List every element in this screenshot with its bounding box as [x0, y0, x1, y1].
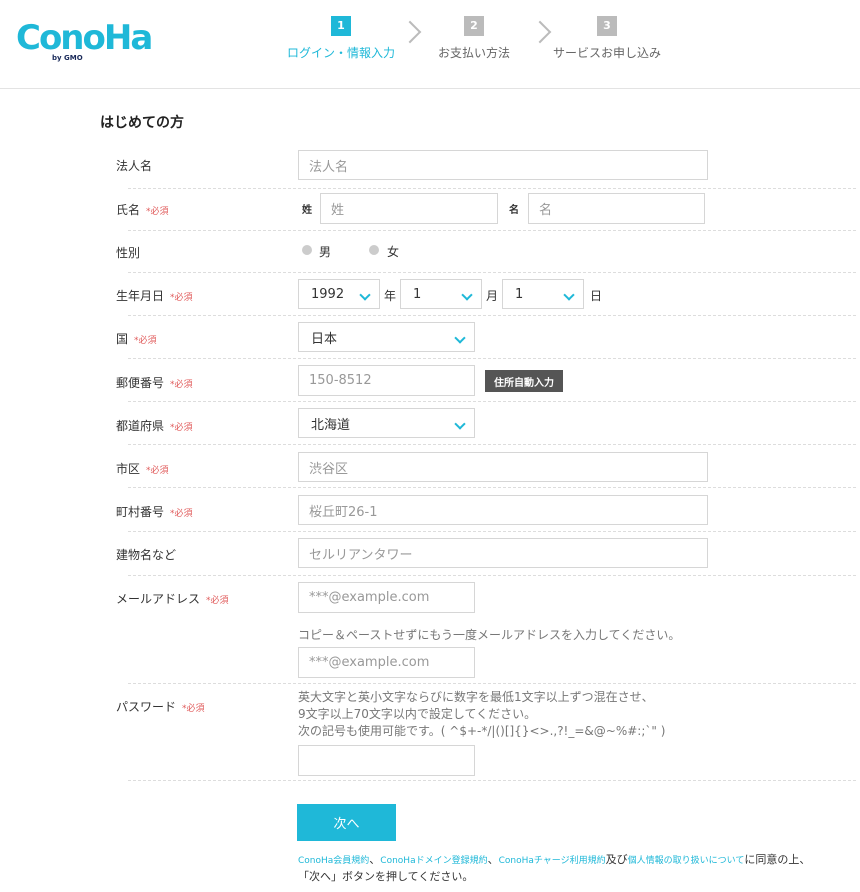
address-autofill-button[interactable]: 住所自動入力	[485, 370, 563, 392]
last-name-input[interactable]: 姓	[320, 193, 498, 224]
birth-month-select[interactable]: 1	[400, 279, 482, 309]
email-input[interactable]: ***@example.com	[298, 582, 475, 613]
row-divider	[128, 230, 856, 273]
male-label: 男	[319, 245, 332, 259]
step-number: 3	[597, 16, 617, 36]
step-3: 3 サービスお申し込み	[553, 16, 661, 61]
password-input[interactable]	[298, 745, 475, 776]
zip-input[interactable]: 150-8512	[298, 365, 475, 396]
male-radio[interactable]	[302, 245, 312, 255]
charge-terms-link[interactable]: ConoHaチャージ利用規約	[499, 856, 606, 866]
birth-year-select[interactable]: 1992	[298, 279, 380, 309]
chevron-down-icon	[454, 418, 466, 430]
step-2: 2 お支払い方法	[438, 16, 510, 61]
building-input[interactable]: セルリアンタワー	[298, 538, 708, 568]
chevron-right-icon	[528, 20, 552, 44]
step-label: お支払い方法	[438, 46, 511, 60]
row-divider	[128, 401, 856, 445]
password-hint-1: 英大文字と英小文字ならびに数字を最低1文字以上ずつ混在させ、	[298, 690, 654, 704]
year-unit: 年	[384, 289, 397, 303]
email-label: メールアドレス *必須	[116, 592, 229, 606]
town-input[interactable]: 桜丘町26-1	[298, 495, 708, 525]
step-number: 1	[331, 16, 351, 36]
city-label: 市区 *必須	[116, 462, 169, 476]
logo-subtext: by GMO	[52, 54, 83, 62]
chevron-down-icon	[563, 289, 575, 301]
female-label: 女	[387, 245, 400, 259]
conoha-logo[interactable]: ConoHa by GMO	[16, 18, 153, 62]
member-terms-link[interactable]: ConoHa会員規約	[298, 856, 369, 866]
city-input[interactable]: 渋谷区	[298, 452, 708, 482]
corporate-name-input[interactable]: 法人名	[298, 150, 708, 180]
month-unit: 月	[486, 289, 499, 303]
step-label: サービスお申し込み	[553, 46, 662, 60]
chevron-down-icon	[461, 289, 473, 301]
birth-day-select[interactable]: 1	[502, 279, 584, 309]
next-button[interactable]: 次へ	[297, 804, 396, 841]
chevron-right-icon	[398, 20, 422, 44]
password-hint-3: 次の記号も使用可能です。( ^$+-*/|()[]{}<>.,?!_=&@~%#…	[298, 724, 666, 738]
email-confirm-hint: コピー＆ペーストせずにもう一度メールアドレスを入力してください。	[298, 628, 681, 642]
day-unit: 日	[590, 289, 603, 303]
section-title: はじめての方	[100, 115, 184, 131]
password-label: パスワード *必須	[116, 700, 205, 714]
step-1: 1 ログイン・情報入力	[287, 16, 395, 61]
corporate-label: 法人名	[116, 159, 153, 173]
birthdate-label: 生年月日 *必須	[116, 289, 193, 303]
email-confirm-input[interactable]: ***@example.com	[298, 647, 475, 678]
prefecture-label: 都道府県 *必須	[116, 419, 193, 433]
gender-label: 性別	[116, 246, 141, 260]
password-hint-2: 9文字以上70文字以内で設定してください。	[298, 707, 537, 721]
country-label: 国 *必須	[116, 332, 157, 346]
terms-line2: 「次へ」ボタンを押してください。	[298, 870, 474, 883]
first-name-label: 名	[509, 205, 519, 216]
privacy-link[interactable]: 個人情報の取り扱いについて	[628, 856, 745, 866]
terms-text: ConoHa会員規約、ConoHaドメイン登録規約、ConoHaチャージ利用規約…	[298, 853, 811, 883]
female-radio[interactable]	[369, 245, 379, 255]
prefecture-select[interactable]: 北海道	[298, 408, 475, 438]
building-label: 建物名など	[116, 548, 177, 562]
step-label: ログイン・情報入力	[287, 46, 396, 60]
zip-label: 郵便番号 *必須	[116, 376, 193, 390]
country-select[interactable]: 日本	[298, 322, 475, 352]
town-label: 町村番号 *必須	[116, 505, 193, 519]
name-label: 氏名 *必須	[116, 203, 169, 217]
first-name-input[interactable]: 名	[528, 193, 705, 224]
header: ConoHa by GMO 1 ログイン・情報入力 2 お支払い方法 3 サービ…	[0, 0, 860, 89]
domain-terms-link[interactable]: ConoHaドメイン登録規約	[380, 856, 487, 866]
chevron-down-icon	[359, 289, 371, 301]
row-divider	[128, 315, 856, 359]
step-number: 2	[464, 16, 484, 36]
last-name-label: 姓	[302, 205, 312, 216]
chevron-down-icon	[454, 332, 466, 344]
